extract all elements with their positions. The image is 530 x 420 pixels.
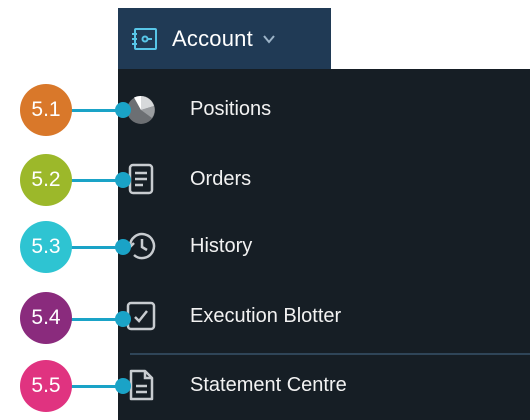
callout-leader-dot (115, 311, 131, 327)
callout-5-1: 5.1 (20, 84, 72, 136)
chevron-down-icon (263, 34, 275, 44)
callout-5-3: 5.3 (20, 221, 72, 273)
callout-leader-dot (115, 172, 131, 188)
callout-5-5: 5.5 (20, 360, 72, 412)
callout-leader-dot (115, 102, 131, 118)
menu-item-history[interactable]: History (118, 216, 530, 276)
account-menu-label: Account (172, 25, 253, 51)
menu-item-label: Orders (190, 167, 252, 190)
menu-item-positions[interactable]: Positions (118, 79, 530, 139)
menu-item-label: Positions (190, 97, 272, 120)
account-icon (132, 27, 157, 50)
callout-5-4: 5.4 (20, 292, 72, 344)
menu-item-label: Execution Blotter (190, 304, 342, 327)
account-dropdown-menu: Positions Orders History Execution Blott… (118, 69, 530, 420)
menu-item-label: History (190, 234, 253, 257)
menu-item-label: Statement Centre (190, 373, 347, 396)
callout-5-2: 5.2 (20, 154, 72, 206)
callout-leader-dot (115, 378, 131, 394)
callout-leader-dot (115, 239, 131, 255)
menu-item-statement-centre[interactable]: Statement Centre (118, 355, 530, 415)
account-menu-button[interactable]: Account (118, 8, 331, 69)
menu-item-execution-blotter[interactable]: Execution Blotter (118, 286, 530, 346)
menu-item-orders[interactable]: Orders (118, 149, 530, 209)
